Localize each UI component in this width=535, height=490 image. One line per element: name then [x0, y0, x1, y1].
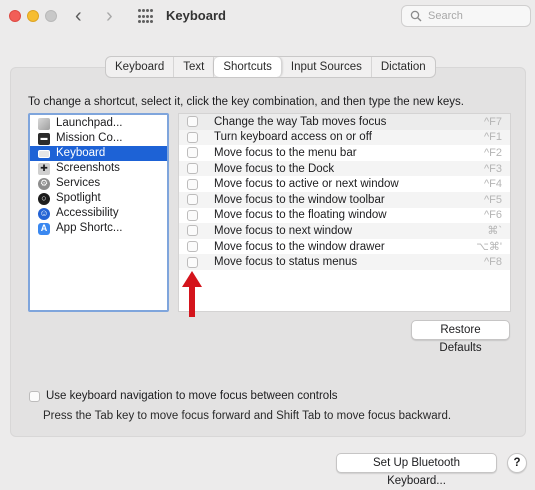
table-row[interactable]: Move focus to the menu bar ^F2 — [179, 145, 510, 161]
category-accessibility[interactable]: ☺ Accessibility — [30, 206, 167, 221]
category-label: Keyboard — [56, 147, 106, 159]
table-row[interactable]: Move focus to status menus ^F8 — [179, 254, 510, 270]
shortcuts-table: Change the way Tab moves focus ^F7 Turn … — [178, 113, 511, 312]
shortcut-checkbox[interactable] — [187, 131, 198, 143]
show-all-grid-icon[interactable] — [138, 9, 154, 25]
shortcut-label: Move focus to active or next window — [214, 178, 399, 191]
shortcut-checkbox[interactable] — [187, 241, 198, 253]
shortcut-key[interactable]: ⌘` — [487, 224, 502, 237]
category-label: App Shortc... — [56, 222, 123, 234]
shortcut-key[interactable]: ^F5 — [484, 194, 502, 206]
app-shortcuts-icon: A — [38, 222, 50, 235]
search-icon — [410, 10, 422, 22]
back-arrow-icon[interactable]: ‹ — [75, 6, 82, 26]
restore-defaults-button[interactable]: Restore Defaults — [411, 320, 510, 354]
category-label: Launchpad... — [56, 117, 123, 129]
shortcut-checkbox[interactable] — [187, 256, 198, 268]
tab-keyboard[interactable]: Keyboard — [106, 57, 175, 77]
category-app-shortcuts[interactable]: A App Shortc... — [30, 221, 167, 236]
table-row[interactable]: Move focus to the Dock ^F3 — [179, 160, 510, 177]
close-window-button[interactable] — [9, 10, 21, 22]
forward-arrow-icon[interactable]: › — [106, 6, 113, 26]
category-label: Screenshots — [56, 162, 120, 174]
shortcut-label: Move focus to the window toolbar — [214, 193, 385, 206]
setup-bluetooth-keyboard-button[interactable]: Set Up Bluetooth Keyboard... — [336, 453, 497, 487]
table-row[interactable]: Turn keyboard access on or off ^F1 — [179, 129, 510, 146]
shortcut-checkbox[interactable] — [187, 178, 198, 190]
keyboard-navigation-label[interactable]: Use keyboard navigation to move focus be… — [46, 390, 338, 402]
category-label: Accessibility — [56, 207, 119, 219]
zoom-window-button[interactable] — [45, 10, 57, 22]
keyboard-icon — [38, 149, 50, 158]
table-row[interactable]: Move focus to the window toolbar ^F5 — [179, 191, 510, 208]
shortcut-label: Move focus to the window drawer — [214, 240, 385, 253]
shortcut-key[interactable]: ^F7 — [484, 116, 502, 128]
help-button[interactable]: ? — [507, 453, 527, 473]
shortcut-checkbox[interactable] — [187, 194, 198, 206]
category-spotlight[interactable]: ○ Spotlight — [30, 191, 167, 206]
search-placeholder: Search — [428, 10, 463, 22]
category-label: Services — [56, 177, 101, 189]
shortcut-category-list: Launchpad... ▬ Mission Co... Keyboard ✚ … — [28, 113, 169, 312]
shortcut-key[interactable]: ^F1 — [484, 131, 502, 143]
category-label: Mission Co... — [56, 132, 123, 144]
table-row[interactable]: Move focus to the floating window ^F6 — [179, 208, 510, 224]
category-launchpad[interactable]: Launchpad... — [30, 116, 167, 131]
gear-icon: ⚙ — [38, 177, 50, 190]
shortcut-label: Change the way Tab moves focus — [214, 115, 387, 128]
shortcut-checkbox[interactable] — [187, 225, 198, 237]
shortcut-label: Move focus to the menu bar — [214, 146, 357, 159]
spotlight-icon: ○ — [38, 192, 50, 205]
category-screenshots[interactable]: ✚ Screenshots — [30, 161, 167, 176]
shortcut-key[interactable]: ⌥⌘' — [476, 240, 502, 253]
shortcut-checkbox[interactable] — [187, 209, 198, 221]
shortcut-label: Turn keyboard access on or off — [214, 131, 372, 144]
shortcut-label: Move focus to status menus — [214, 256, 358, 269]
accessibility-icon: ☺ — [38, 207, 50, 220]
table-row[interactable]: Change the way Tab moves focus ^F7 — [179, 114, 510, 130]
title-bar: ‹ › Keyboard Search — [0, 0, 535, 34]
tab-dictation[interactable]: Dictation — [372, 57, 435, 77]
category-services[interactable]: ⚙ Services — [30, 176, 167, 191]
keyboard-navigation-checkbox[interactable] — [29, 390, 40, 402]
table-row[interactable]: Move focus to next window ⌘` — [179, 223, 510, 239]
screenshot-icon: ✚ — [38, 162, 50, 175]
shortcut-key[interactable]: ^F2 — [484, 147, 502, 159]
shortcut-label: Move focus to the floating window — [214, 209, 387, 222]
shortcut-key[interactable]: ^F3 — [484, 163, 502, 175]
category-mission-control[interactable]: ▬ Mission Co... — [30, 131, 167, 146]
shortcut-label: Move focus to next window — [214, 224, 353, 237]
search-field[interactable]: Search — [401, 5, 531, 27]
window-title: Keyboard — [166, 8, 226, 23]
shortcut-key[interactable]: ^F8 — [484, 256, 502, 268]
tab-shortcuts[interactable]: Shortcuts — [214, 57, 282, 77]
shortcut-checkbox[interactable] — [187, 116, 198, 128]
shortcut-checkbox[interactable] — [187, 163, 198, 175]
shortcut-key[interactable]: ^F6 — [484, 209, 502, 221]
tab-input-sources[interactable]: Input Sources — [282, 57, 372, 77]
shortcut-label: Move focus to the Dock — [214, 162, 335, 175]
red-arrow-annotation-icon — [182, 271, 202, 317]
minimize-window-button[interactable] — [27, 10, 39, 22]
table-row[interactable]: Move focus to active or next window ^F4 — [179, 176, 510, 192]
mission-control-icon: ▬ — [38, 132, 50, 145]
keyboard-navigation-help-text: Press the Tab key to move focus forward … — [43, 410, 452, 422]
table-row[interactable]: Move focus to the window drawer ⌥⌘' — [179, 239, 510, 255]
category-label: Spotlight — [56, 192, 101, 204]
launchpad-icon — [38, 117, 50, 130]
instruction-text: To change a shortcut, select it, click t… — [28, 96, 464, 108]
tab-text[interactable]: Text — [174, 57, 215, 77]
keyboard-navigation-option: Use keyboard navigation to move focus be… — [29, 390, 338, 402]
shortcut-key[interactable]: ^F4 — [484, 178, 502, 190]
shortcut-checkbox[interactable] — [187, 147, 198, 159]
category-keyboard[interactable]: Keyboard — [30, 146, 167, 161]
tab-bar: Keyboard Text Shortcuts Input Sources Di… — [105, 56, 436, 78]
